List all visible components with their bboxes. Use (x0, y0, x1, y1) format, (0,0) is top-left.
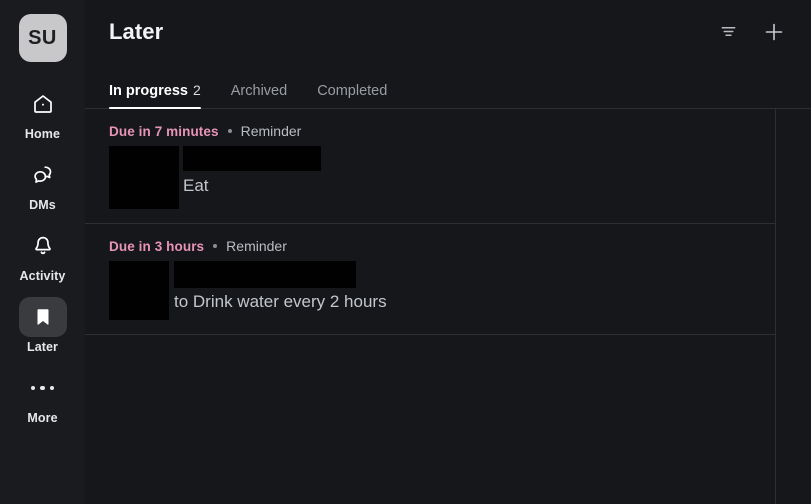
redacted-avatar (109, 261, 169, 320)
sidebar: SU Home DMs Activity Later More (0, 0, 85, 504)
plus-icon[interactable] (759, 17, 789, 47)
right-pane (776, 109, 811, 504)
list-item[interactable]: Due in 3 hours Reminder to Drink water e… (85, 224, 775, 335)
sidebar-item-more[interactable]: More (12, 368, 74, 425)
main-panel: Later In progress 2 Archived Completed D… (85, 0, 811, 504)
bookmark-icon (18, 297, 67, 337)
sidebar-item-home[interactable]: Home (12, 84, 74, 141)
list-item[interactable]: Due in 7 minutes Reminder Eat (85, 109, 775, 224)
home-icon (19, 84, 67, 124)
sidebar-item-later[interactable]: Later (12, 297, 74, 354)
ellipsis-icon (19, 368, 67, 408)
sidebar-item-dms[interactable]: DMs (12, 155, 74, 212)
header-actions (713, 17, 789, 47)
reminder-kind: Reminder (226, 238, 287, 254)
meta-separator-dot (227, 129, 232, 133)
app-root: SU Home DMs Activity Later More Later In… (0, 0, 811, 504)
tab-label: Archived (230, 83, 288, 99)
dms-icon (19, 155, 67, 195)
reminder-text: Eat (183, 176, 209, 195)
sidebar-item-label: DMs (29, 198, 56, 212)
sidebar-item-label: Home (24, 127, 61, 141)
avatar-initials: SU (28, 26, 57, 49)
sidebar-item-activity[interactable]: Activity (12, 226, 74, 283)
tab-bar: In progress 2 Archived Completed (85, 63, 811, 109)
page-title: Later (109, 18, 164, 44)
redacted-author-name (174, 261, 356, 288)
list-area: Due in 7 minutes Reminder Eat Due in 3 h… (85, 109, 811, 504)
tab-count: 2 (192, 82, 201, 98)
bell-icon (19, 226, 67, 266)
sidebar-nav: Home DMs Activity Later More (0, 84, 85, 439)
reminder-body: to Drink water every 2 hours (109, 261, 775, 320)
reminder-meta: Due in 3 hours Reminder (109, 238, 775, 254)
avatar[interactable]: SU (18, 14, 67, 62)
meta-separator-dot (213, 244, 218, 248)
redacted-avatar (109, 146, 179, 209)
tab-archived[interactable]: Archived (231, 83, 287, 108)
sidebar-item-label: Activity (19, 269, 66, 283)
reminder-body: Eat (109, 146, 775, 209)
reminder-meta: Due in 7 minutes Reminder (109, 123, 775, 139)
header: Later (85, 0, 811, 63)
sidebar-item-label: More (27, 411, 58, 425)
tab-completed[interactable]: Completed (317, 83, 387, 108)
tab-label: Completed (317, 83, 388, 99)
tab-label: In progress (109, 83, 188, 99)
reminder-kind: Reminder (240, 123, 302, 139)
tab-in-progress[interactable]: In progress 2 (109, 82, 201, 109)
reminder-text: to Drink water every 2 hours (174, 292, 387, 311)
redacted-author-name (183, 146, 321, 171)
sidebar-item-label: Later (26, 340, 59, 354)
due-text: Due in 7 minutes (109, 123, 219, 139)
reminder-list: Due in 7 minutes Reminder Eat Due in 3 h… (85, 109, 776, 504)
due-text: Due in 3 hours (109, 238, 205, 254)
reminder-lines: to Drink water every 2 hours (174, 261, 387, 313)
filter-icon[interactable] (713, 17, 743, 47)
reminder-lines: Eat (183, 146, 321, 197)
